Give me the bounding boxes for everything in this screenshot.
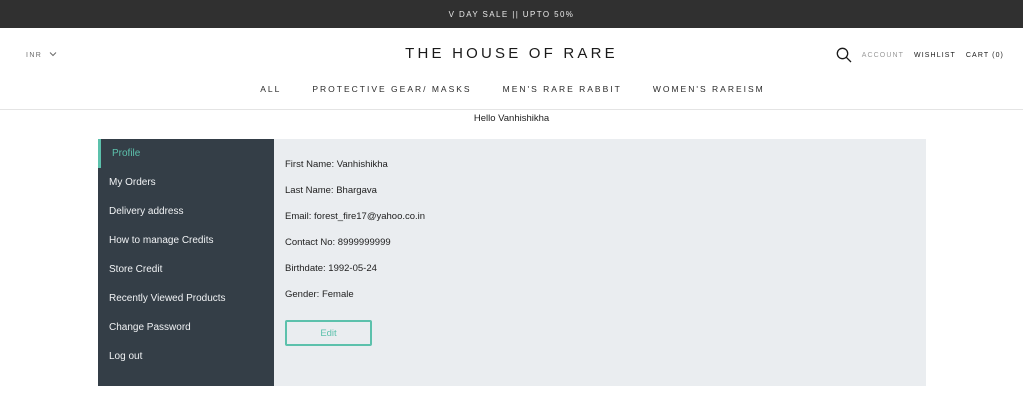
greeting: Hello Vanhishikha — [0, 113, 1023, 124]
account-panel: Profile My Orders Delivery address How t… — [98, 139, 926, 386]
sidebar-item-log-out[interactable]: Log out — [98, 342, 274, 371]
gender-field: Gender: Female — [285, 288, 354, 300]
menu-item-womens[interactable]: WOMEN'S RAREISM — [653, 84, 765, 94]
sidebar-item-delivery-address[interactable]: Delivery address — [98, 197, 274, 226]
sidebar-item-recently-viewed[interactable]: Recently Viewed Products — [98, 284, 274, 313]
birthdate-field: Birthdate: 1992-05-24 — [285, 262, 377, 274]
contact-field: Contact No: 8999999999 — [285, 236, 391, 248]
chevron-down-icon — [49, 51, 57, 59]
edit-button[interactable]: Edit — [285, 320, 372, 346]
sidebar-item-manage-credits[interactable]: How to manage Credits — [98, 226, 274, 255]
search-icon[interactable] — [836, 47, 852, 63]
wishlist-link[interactable]: WISHLIST — [914, 52, 956, 59]
main-menu: ALL PROTECTIVE GEAR/ MASKS MEN'S RARE RA… — [0, 84, 1023, 94]
sidebar-item-change-password[interactable]: Change Password — [98, 313, 274, 342]
menu-item-mens[interactable]: MEN'S RARE RABBIT — [503, 84, 622, 94]
header-actions: ACCOUNT WISHLIST CART (0) — [836, 47, 1004, 63]
currency-label: INR — [26, 51, 43, 59]
menu-item-all[interactable]: ALL — [260, 84, 281, 94]
account-sidebar: Profile My Orders Delivery address How t… — [98, 139, 274, 386]
last-name-field: Last Name: Bhargava — [285, 184, 377, 196]
currency-selector[interactable]: INR — [26, 51, 57, 59]
first-name-field: First Name: Vanhishikha — [285, 158, 388, 170]
announcement-bar: V DAY SALE || UPTO 50% — [0, 0, 1023, 28]
email-field: Email: forest_fire17@yahoo.co.in — [285, 210, 426, 222]
profile-details: First Name: Vanhishikha Last Name: Bharg… — [274, 139, 926, 386]
greeting-text: Hello Vanhishikha — [473, 113, 550, 124]
cart-link[interactable]: CART (0) — [966, 52, 1004, 59]
sidebar-item-profile[interactable]: Profile — [98, 139, 274, 168]
menu-item-protective-gear[interactable]: PROTECTIVE GEAR/ MASKS — [312, 84, 471, 94]
sidebar-item-my-orders[interactable]: My Orders — [98, 168, 274, 197]
account-link[interactable]: ACCOUNT — [862, 52, 904, 59]
site-header: INR THE HOUSE OF RARE ACCOUNT WISHLIST C… — [0, 28, 1023, 110]
sidebar-item-store-credit[interactable]: Store Credit — [98, 255, 274, 284]
logo-text[interactable]: THE HOUSE OF RARE — [405, 45, 618, 62]
announcement-text: V DAY SALE || UPTO 50% — [448, 9, 575, 19]
